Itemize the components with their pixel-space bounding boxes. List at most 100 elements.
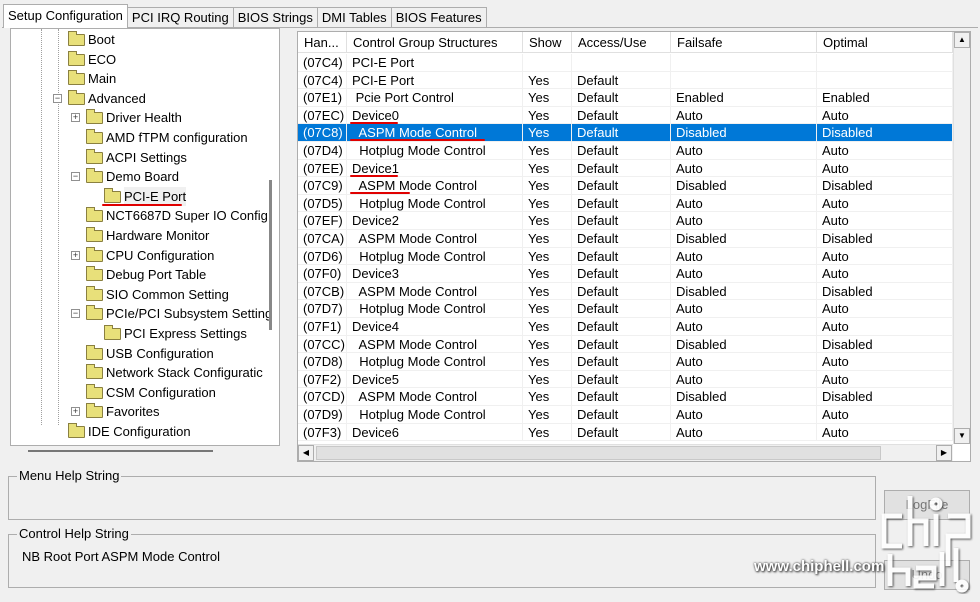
table-cell: (07C9) [298, 177, 347, 194]
tree-item[interactable]: + Driver Health [11, 108, 279, 127]
table-row[interactable]: (07D4) Hotplug Mode Control Yes Default Aut… [298, 142, 953, 160]
tree-item[interactable]: Main [11, 69, 279, 88]
table-cell: Yes [523, 177, 572, 194]
table-row[interactable]: (07F0) Device3 Yes Default Auto Auto [298, 265, 953, 283]
tab-bios-strings[interactable]: BIOS Strings [232, 7, 318, 28]
tree-item[interactable]: SIO Common Setting [11, 285, 279, 304]
table-cell: (07D5) [298, 194, 347, 212]
table-row[interactable]: (07D5) Hotplug Mode Control Yes Default Aut… [298, 194, 953, 213]
table-cell: (07F3) [298, 423, 347, 441]
tree-item[interactable]: PCI-E Port [11, 186, 279, 206]
scroll-right-icon[interactable]: ▶ [936, 445, 952, 461]
table-cell [817, 54, 953, 71]
table-cell: (07F2) [298, 370, 347, 388]
tree-item[interactable]: Boot [11, 30, 279, 49]
column-header[interactable]: Optimal [817, 32, 953, 53]
tree-item[interactable]: USB Configuration [11, 344, 279, 363]
tab-dmi-tables[interactable]: DMI Tables [316, 7, 392, 28]
column-header[interactable]: Show [523, 32, 572, 53]
tree-item[interactable]: Debug Port Table [11, 265, 279, 284]
table-row[interactable]: (07F3) Device6 Yes Default Auto Auto [298, 423, 953, 442]
expand-icon[interactable]: + [71, 407, 80, 417]
table-cell: (07F0) [298, 265, 347, 282]
collapse-icon[interactable]: − [71, 309, 80, 319]
table-cell: (07C4) [298, 54, 347, 71]
column-header[interactable]: Access/Use [572, 32, 671, 53]
tree-item-label: Demo Board [106, 169, 179, 185]
table-row[interactable]: (07D7) Hotplug Mode Control Yes Default Aut… [298, 300, 953, 318]
table-cell [671, 54, 817, 71]
tree-horizontal-scrollbar[interactable] [28, 450, 213, 452]
column-header[interactable]: Han... [298, 32, 347, 53]
collapse-icon[interactable]: − [71, 172, 80, 182]
menu-help-label: Menu Help String [17, 468, 122, 484]
table-row[interactable]: (07C4) PCI-E Port [298, 54, 953, 72]
expand-icon[interactable]: + [71, 113, 80, 123]
table-row[interactable]: (07CD) ASPM Mode Control Yes Default Disabl… [298, 388, 953, 406]
scroll-up-icon[interactable]: ▲ [954, 32, 970, 48]
tree-item-label: Network Stack Configuratic [106, 365, 263, 381]
tree-item[interactable]: AMD fTPM configuration [11, 128, 279, 147]
table-row[interactable]: (07D9) Hotplug Mode Control Yes Default Aut… [298, 406, 953, 424]
table-cell: Disabled [817, 177, 953, 194]
tree-item[interactable]: IDE Configuration [11, 422, 279, 441]
table-cell: Hotplug Mode Control [347, 353, 523, 370]
setup-tree[interactable]: Boot ECO Main − Advanced + Driver Health AMD fT… [10, 28, 280, 446]
table-cell: ASPM Mode Control [347, 388, 523, 405]
folder-icon [86, 383, 103, 399]
tree-item[interactable]: ACPI Settings [11, 148, 279, 167]
tree-item[interactable]: Hardware Monitor [11, 226, 279, 245]
horizontal-scroll-thumb[interactable] [316, 446, 881, 460]
tree-item[interactable]: ECO [11, 50, 279, 69]
table-cell: Default [572, 423, 671, 441]
table-row[interactable]: (07CA) ASPM Mode Control Yes Default Disabl… [298, 230, 953, 248]
expand-icon[interactable]: + [71, 250, 80, 260]
column-header[interactable]: Control Group Structures [347, 32, 523, 53]
table-row[interactable]: (07F1) Device4 Yes Default Auto Auto [298, 318, 953, 336]
collapse-icon[interactable]: − [53, 93, 62, 103]
table-row[interactable]: (07EE) Device1 Yes Default Auto Auto [298, 159, 953, 178]
tree-item[interactable]: PCI Express Settings [11, 324, 279, 343]
tree-item[interactable]: + Favorites [11, 402, 279, 421]
tree-item[interactable]: − Demo Board [11, 167, 279, 186]
table-cell: Default [572, 370, 671, 388]
table-row[interactable]: (07CB) ASPM Mode Control Yes Default Disabl… [298, 282, 953, 301]
tree-item-label: Boot [88, 32, 115, 47]
table-row[interactable]: (07C8) ASPM Mode Control Yes Default Disabl… [298, 124, 953, 142]
table-row[interactable]: (07F2) Device5 Yes Default Auto Auto [298, 370, 953, 389]
table-cell: Disabled [817, 388, 953, 405]
table-vertical-scrollbar[interactable]: ▲ ▼ [953, 32, 970, 444]
table-row[interactable]: (07C9) ASPM Mode Control Yes Default Disabl… [298, 177, 953, 195]
table-row[interactable]: (07E1) Pcie Port Control Yes Default Enable… [298, 89, 953, 107]
table-cell: Auto [817, 318, 953, 335]
tree-item[interactable]: + CPU Configuration [11, 246, 279, 265]
table-cell: Yes [523, 247, 572, 265]
scroll-down-icon[interactable]: ▼ [954, 428, 970, 444]
column-header[interactable]: Failsafe [671, 32, 817, 53]
table-cell: (07D7) [298, 300, 347, 317]
table-row[interactable]: (07D8) Hotplug Mode Control Yes Default Aut… [298, 353, 953, 371]
tree-item[interactable]: CSM Configuration [11, 383, 279, 402]
tree-item-label: AMD fTPM configuration [106, 130, 248, 145]
table-row[interactable]: (07CC) ASPM Mode Control Yes Default Disabl… [298, 335, 953, 354]
tree-item[interactable]: NCT6687D Super IO Config [11, 206, 279, 225]
tab-bios-features[interactable]: BIOS Features [390, 7, 487, 28]
table-row[interactable]: (07EF) Device2 Yes Default Auto Auto [298, 212, 953, 230]
table-cell: Yes [523, 300, 572, 317]
table-cell: Yes [523, 124, 572, 141]
tree-vertical-scrollbar[interactable] [269, 180, 272, 330]
table-cell: Auto [817, 423, 953, 441]
table-horizontal-scrollbar[interactable]: ◀ ▶ [298, 444, 953, 461]
tree-item[interactable]: − Advanced [11, 89, 279, 108]
tab-pci-irq-routing[interactable]: PCI IRQ Routing [126, 7, 234, 28]
tree-item[interactable]: − PCIe/PCI Subsystem Setting [11, 304, 279, 323]
tree-item-label: Driver Health [106, 110, 182, 126]
tree-item[interactable]: Network Stack Configuratic [11, 363, 279, 382]
table-row[interactable]: (07EC) Device0 Yes Default Auto Auto [298, 106, 953, 125]
tab-setup-configuration[interactable]: Setup Configuration [3, 4, 128, 28]
table-cell: PCI-E Port [347, 71, 523, 89]
table-row[interactable]: (07C4) PCI-E Port Yes Default [298, 71, 953, 90]
table-cell: Yes [523, 282, 572, 300]
table-row[interactable]: (07D6) Hotplug Mode Control Yes Default Aut… [298, 247, 953, 266]
scroll-left-icon[interactable]: ◀ [298, 445, 314, 461]
